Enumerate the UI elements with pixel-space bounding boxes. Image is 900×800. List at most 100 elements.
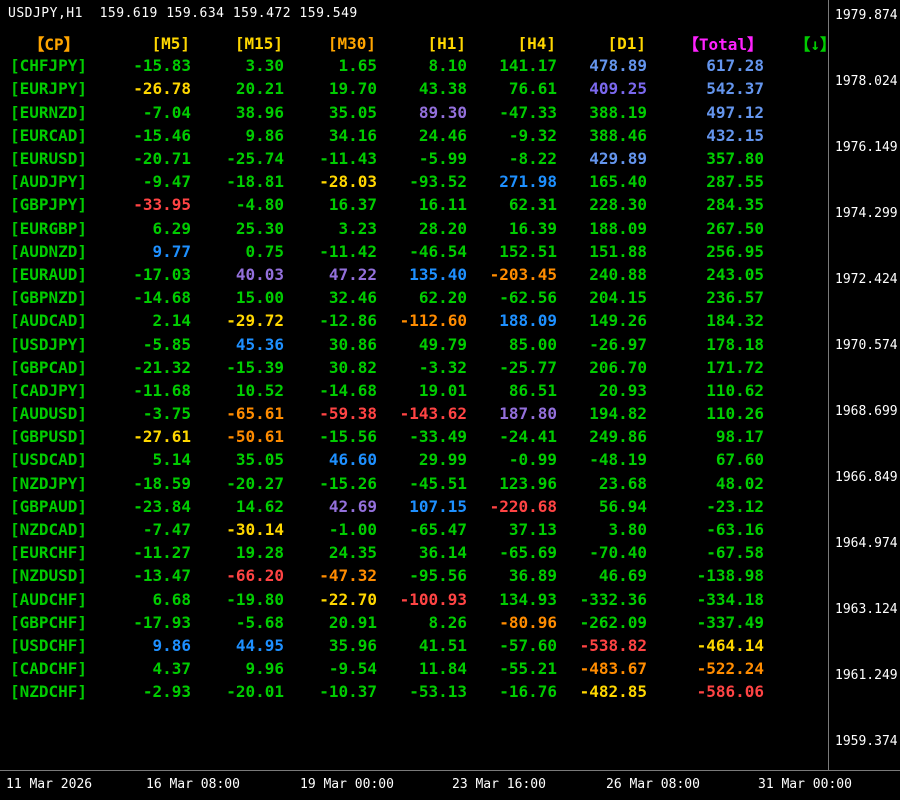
cell-value: 11.84 xyxy=(380,659,470,678)
cell-value: -220.68 xyxy=(470,497,560,516)
table-row: [EURCAD]-15.469.8634.1624.46-9.32388.464… xyxy=(0,124,840,147)
cell-value: -15.56 xyxy=(287,427,380,446)
cell-value: 62.20 xyxy=(380,288,470,307)
cell-value: 30.86 xyxy=(287,335,380,354)
cell-value: -5.85 xyxy=(108,335,194,354)
cell-value: 478.89 xyxy=(560,56,650,75)
cell-value: -522.24 xyxy=(650,659,767,678)
cell-value: 135.40 xyxy=(380,265,470,284)
cell-value: 243.05 xyxy=(650,265,767,284)
cell-value: 3.80 xyxy=(560,520,650,539)
cell-value: 110.26 xyxy=(650,404,767,423)
cell-value: -538.82 xyxy=(560,636,650,655)
cell-value: 152.51 xyxy=(470,242,560,261)
cell-value: -23.12 xyxy=(650,497,767,516)
cell-value: 256.95 xyxy=(650,242,767,261)
cell-value: 19.28 xyxy=(194,543,287,562)
cell-value: -70.40 xyxy=(560,543,650,562)
cell-value: 36.14 xyxy=(380,543,470,562)
pair-label: [GBPUSD] xyxy=(0,427,108,446)
cell-value: -2.93 xyxy=(108,682,194,701)
cell-value: 24.46 xyxy=(380,126,470,145)
time-tick-label: 26 Mar 08:00 xyxy=(606,777,700,792)
price-tick-label: 1970.574 xyxy=(835,338,898,353)
cell-value: 110.62 xyxy=(650,381,767,400)
cell-value: 287.55 xyxy=(650,172,767,191)
cell-value: 184.32 xyxy=(650,311,767,330)
time-tick-label: 11 Mar 2026 xyxy=(6,777,92,792)
table-header-row: 【CP】[M5][M15][M30][H1][H4][D1]【Total】【↓】 xyxy=(0,31,840,54)
cell-value: 123.96 xyxy=(470,474,560,493)
cell-value: 41.51 xyxy=(380,636,470,655)
cell-value: -7.04 xyxy=(108,103,194,122)
sort-arrow-icon[interactable]: 【↓】 xyxy=(767,31,840,55)
cell-value: -262.09 xyxy=(560,613,650,632)
cell-value: 98.17 xyxy=(650,427,767,446)
price-tick-label: 1961.249 xyxy=(835,668,898,683)
cell-value: 134.93 xyxy=(470,590,560,609)
price-tick-label: 1963.124 xyxy=(835,602,898,617)
cell-value: 20.91 xyxy=(287,613,380,632)
cell-value: -15.46 xyxy=(108,126,194,145)
pair-label: [AUDJPY] xyxy=(0,172,108,191)
column-header-cp[interactable]: 【CP】 xyxy=(0,31,108,55)
column-header-d1[interactable]: [D1] xyxy=(560,34,650,53)
time-tick-label: 23 Mar 16:00 xyxy=(452,777,546,792)
price-tick-label: 1964.974 xyxy=(835,536,898,551)
cell-value: -95.56 xyxy=(380,566,470,585)
cell-value: 8.26 xyxy=(380,613,470,632)
table-row: [CHFJPY]-15.833.301.658.10141.17478.8961… xyxy=(0,54,840,77)
cell-value: -59.38 xyxy=(287,404,380,423)
cell-value: 20.93 xyxy=(560,381,650,400)
cell-value: -47.32 xyxy=(287,566,380,585)
column-header-total[interactable]: 【Total】 xyxy=(650,31,767,55)
cell-value: 35.05 xyxy=(194,450,287,469)
cell-value: 432.15 xyxy=(650,126,767,145)
cell-value: 357.80 xyxy=(650,149,767,168)
cell-value: -7.47 xyxy=(108,520,194,539)
cell-value: 43.38 xyxy=(380,79,470,98)
cell-value: -80.96 xyxy=(470,613,560,632)
pair-label: [NZDJPY] xyxy=(0,474,108,493)
cell-value: -112.60 xyxy=(380,311,470,330)
cell-value: -62.56 xyxy=(470,288,560,307)
column-header-m5[interactable]: [M5] xyxy=(108,34,194,53)
column-header-h4[interactable]: [H4] xyxy=(470,34,560,53)
cell-value: -332.36 xyxy=(560,590,650,609)
cell-value: 267.50 xyxy=(650,219,767,238)
pair-label: [GBPNZD] xyxy=(0,288,108,307)
pair-label: [GBPJPY] xyxy=(0,195,108,214)
cell-value: 34.16 xyxy=(287,126,380,145)
symbol-ohlc-title: USDJPY,H1 159.619 159.634 159.472 159.54… xyxy=(8,6,358,21)
cell-value: 151.88 xyxy=(560,242,650,261)
cell-value: -15.83 xyxy=(108,56,194,75)
cell-value: 19.01 xyxy=(380,381,470,400)
cell-value: -65.69 xyxy=(470,543,560,562)
cell-value: 16.11 xyxy=(380,195,470,214)
cell-value: -57.60 xyxy=(470,636,560,655)
cell-value: -464.14 xyxy=(650,636,767,655)
cell-value: -143.62 xyxy=(380,404,470,423)
table-row: [GBPJPY]-33.95-4.8016.3716.1162.31228.30… xyxy=(0,193,840,216)
cell-value: -93.52 xyxy=(380,172,470,191)
time-axis-separator xyxy=(0,770,900,771)
column-header-m30[interactable]: [M30] xyxy=(287,34,380,53)
column-header-m15[interactable]: [M15] xyxy=(194,34,287,53)
pair-label: [CHFJPY] xyxy=(0,56,108,75)
table-row: [NZDJPY]-18.59-20.27-15.26-45.51123.9623… xyxy=(0,472,840,495)
table-rows: [CHFJPY]-15.833.301.658.10141.17478.8961… xyxy=(0,54,840,703)
cell-value: 149.26 xyxy=(560,311,650,330)
cell-value: -24.41 xyxy=(470,427,560,446)
cell-value: 542.37 xyxy=(650,79,767,98)
cell-value: -0.99 xyxy=(470,450,560,469)
cell-value: -3.32 xyxy=(380,358,470,377)
table-row: [EURNZD]-7.0438.9635.0589.30-47.33388.19… xyxy=(0,101,840,124)
cell-value: -26.78 xyxy=(108,79,194,98)
cell-value: 35.96 xyxy=(287,636,380,655)
cell-value: 47.22 xyxy=(287,265,380,284)
cell-value: 107.15 xyxy=(380,497,470,516)
cell-value: -27.61 xyxy=(108,427,194,446)
cell-value: 23.68 xyxy=(560,474,650,493)
column-header-h1[interactable]: [H1] xyxy=(380,34,470,53)
pair-label: [EURUSD] xyxy=(0,149,108,168)
